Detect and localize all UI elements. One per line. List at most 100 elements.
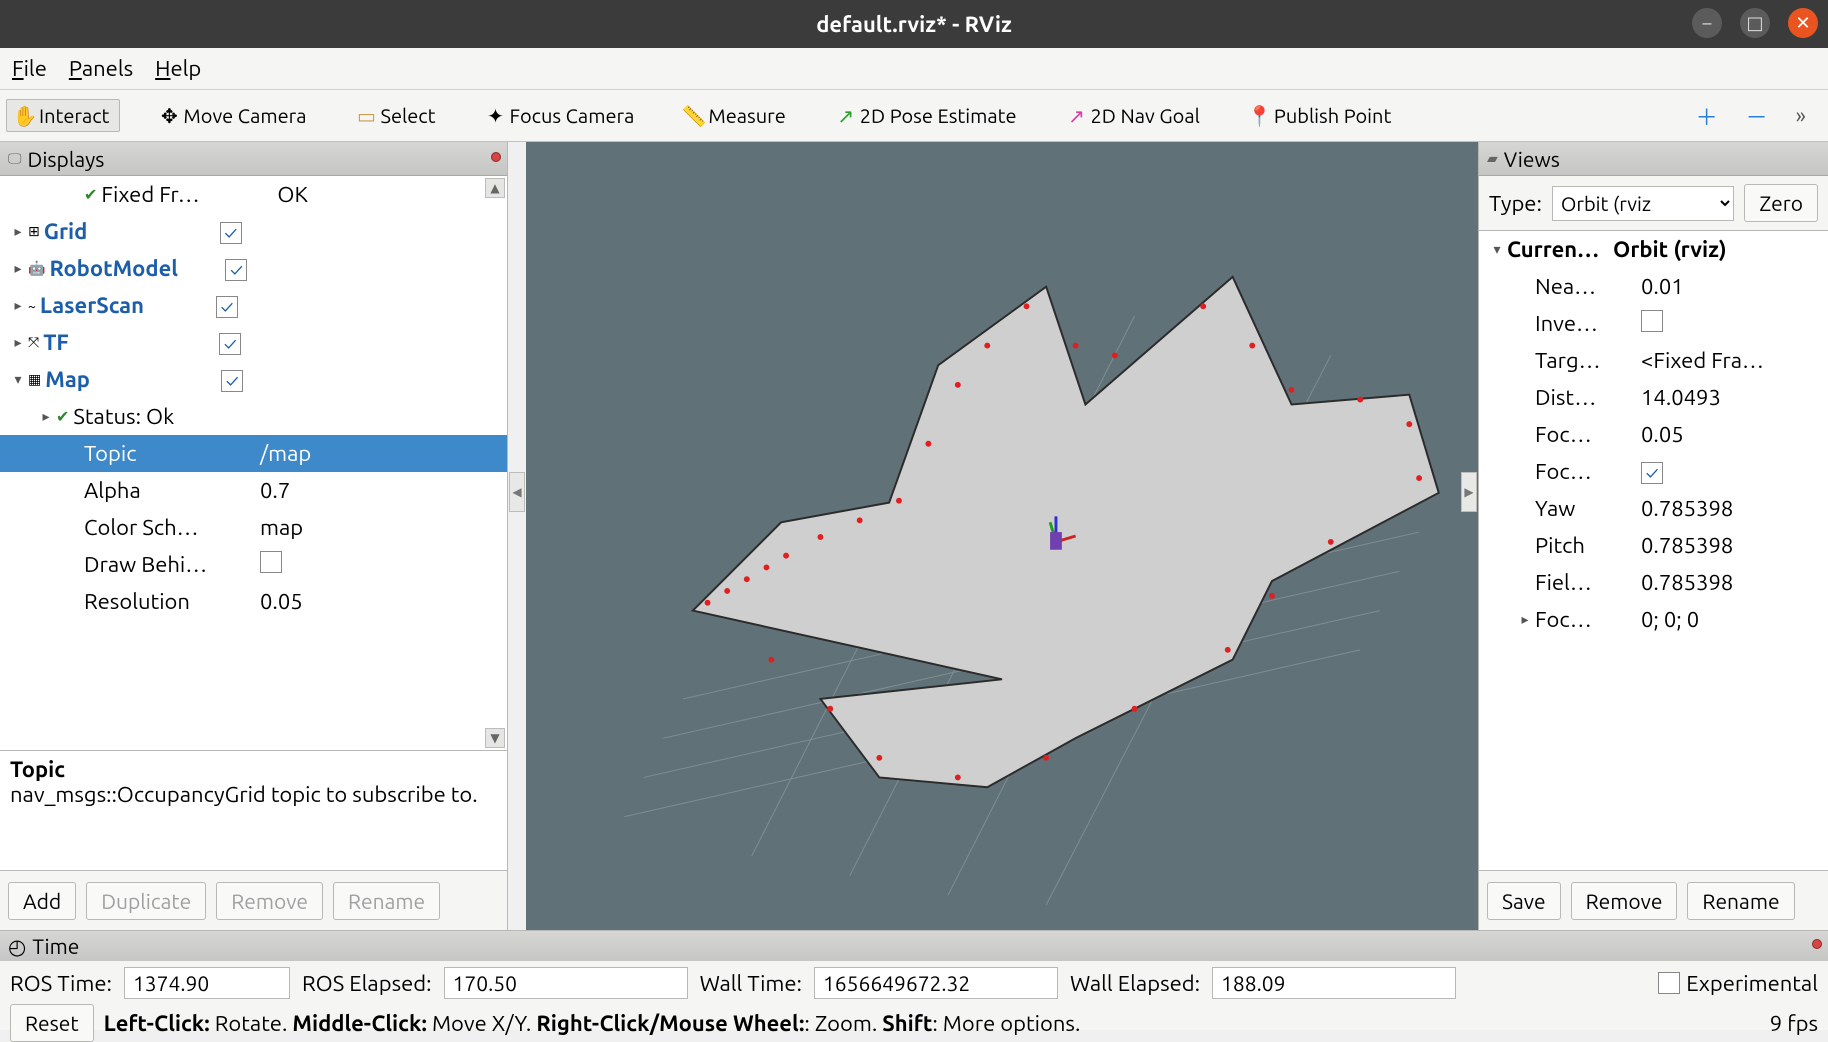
checkbox[interactable] <box>1641 310 1663 332</box>
menu-panels[interactable]: Panels <box>69 56 133 81</box>
views-header[interactable]: ▰ Views <box>1479 142 1828 176</box>
robot-icon: 🤖 <box>28 260 45 277</box>
tree-row[interactable]: ▸⤧TF✓ <box>0 324 507 361</box>
move-icon: ✥ <box>161 108 177 124</box>
chevron-icon[interactable]: ▾ <box>8 371 28 388</box>
checkbox[interactable]: ✓ <box>219 333 241 355</box>
tool-focus-camera[interactable]: ✦Focus Camera <box>476 99 645 132</box>
time-close-icon[interactable] <box>1812 939 1822 949</box>
wall-elapsed-input[interactable] <box>1212 967 1456 999</box>
views-remove-button[interactable]: Remove <box>1571 882 1678 920</box>
panel-close-icon[interactable] <box>491 152 501 162</box>
chevron-icon[interactable]: ▸ <box>8 260 28 277</box>
menu-file[interactable]: File <box>12 56 47 81</box>
time-header[interactable]: ◴ Time <box>0 931 1828 961</box>
tool-move-camera[interactable]: ✥ Move Camera <box>150 99 317 132</box>
experimental-checkbox[interactable] <box>1658 972 1680 994</box>
tree-row[interactable]: ▸⊞Grid ✓ <box>0 213 507 250</box>
scroll-up-icon[interactable]: ▲ <box>485 178 505 198</box>
displays-header[interactable]: 🖵 Displays <box>0 142 507 176</box>
tool-move-label: Move Camera <box>183 104 306 127</box>
left-grip-icon[interactable]: ◀ <box>509 472 525 512</box>
tool-select[interactable]: ▭Select <box>348 99 447 132</box>
checkbox[interactable]: ✓ <box>220 222 242 244</box>
chevron-icon[interactable]: ▸ <box>8 297 28 314</box>
tree-row[interactable]: Topic/map <box>0 435 507 472</box>
zero-button[interactable]: Zero <box>1744 184 1818 222</box>
row-label: Alpha <box>84 478 254 503</box>
close-icon[interactable]: ✕ <box>1788 8 1818 38</box>
save-button[interactable]: Save <box>1487 882 1561 920</box>
right-grip-icon[interactable]: ▶ <box>1461 472 1477 512</box>
tool-interact[interactable]: ✋Interact <box>6 99 120 132</box>
rename-button[interactable]: Rename <box>333 882 440 920</box>
row-label: Draw Behi… <box>84 552 254 577</box>
maximize-icon[interactable]: □ <box>1740 8 1770 38</box>
tree-row[interactable]: Nea…0.01 <box>1479 268 1828 305</box>
tree-row[interactable]: Inve… <box>1479 305 1828 342</box>
row-value: 0.785398 <box>1635 570 1828 595</box>
row-label: Pitch <box>1535 533 1635 558</box>
check-ok-icon: ✔ <box>84 185 97 204</box>
views-rename-button[interactable]: Rename <box>1687 882 1794 920</box>
tree-row[interactable]: ▸✔Status: Ok <box>0 398 507 435</box>
tree-row[interactable]: Resolution0.05 <box>0 583 507 620</box>
checkbox[interactable]: ✓ <box>225 259 247 281</box>
checkbox[interactable]: ✓ <box>1641 462 1663 484</box>
scroll-down-icon[interactable]: ▼ <box>485 728 505 748</box>
tree-row[interactable]: Yaw0.785398 <box>1479 490 1828 527</box>
row-label: Fixed Fr… <box>101 182 271 207</box>
row-label: Foc… <box>1535 422 1635 447</box>
row-label: Grid <box>44 219 214 244</box>
3d-viewport[interactable] <box>526 142 1478 930</box>
remove-button[interactable]: Remove <box>216 882 323 920</box>
tree-row[interactable]: ▾Curren…Orbit (rviz) <box>1479 231 1828 268</box>
chevron-icon[interactable]: ▸ <box>36 408 56 425</box>
tree-row[interactable]: Dist…14.0493 <box>1479 379 1828 416</box>
menu-help[interactable]: Help <box>155 56 201 81</box>
tree-row[interactable]: Color Sch…map <box>0 509 507 546</box>
tree-row[interactable]: Pitch0.785398 <box>1479 527 1828 564</box>
chevron-icon[interactable]: ▾ <box>1487 241 1507 258</box>
chevron-icon[interactable]: ▸ <box>1515 611 1535 628</box>
duplicate-button[interactable]: Duplicate <box>86 882 206 920</box>
displays-tree[interactable]: ▲ ▼ ✔Fixed Fr…OK▸⊞Grid✓▸🤖RobotModel✓▸~La… <box>0 176 507 750</box>
toolbar-overflow-icon[interactable]: » <box>1790 103 1812 128</box>
row-value: ✓ <box>214 219 507 244</box>
tool-2d-pose-estimate[interactable]: ↗2D Pose Estimate <box>827 99 1028 132</box>
tool-publish-point[interactable]: 📍Publish Point <box>1241 99 1402 132</box>
tree-row[interactable]: Foc…0.05 <box>1479 416 1828 453</box>
toolbar: ✋Interact ✥ Move Camera ▭Select ✦Focus Ca… <box>0 90 1828 142</box>
tree-row[interactable]: ▾▦Map✓ <box>0 361 507 398</box>
reset-button[interactable]: Reset <box>10 1004 94 1042</box>
tree-row[interactable]: Draw Behi… <box>0 546 507 583</box>
tree-row[interactable]: ▸~LaserScan✓ <box>0 287 507 324</box>
checkbox[interactable]: ✓ <box>216 296 238 318</box>
add-button[interactable]: Add <box>8 882 76 920</box>
row-value: ✓ <box>210 293 507 318</box>
minimize-icon[interactable]: – <box>1692 8 1722 38</box>
tool-2d-nav-goal[interactable]: ↗2D Nav Goal <box>1058 99 1211 132</box>
grid-icon: ⊞ <box>28 223 40 240</box>
tree-row[interactable]: ▸Foc…0; 0; 0 <box>1479 601 1828 638</box>
ros-elapsed-input[interactable] <box>444 967 688 999</box>
tree-row[interactable]: ✔Fixed Fr…OK <box>0 176 507 213</box>
tree-row[interactable]: ▸🤖RobotModel✓ <box>0 250 507 287</box>
row-value: <Fixed Fra… <box>1635 348 1828 373</box>
toolbar-remove-icon[interactable]: － <box>1740 100 1774 132</box>
tree-row[interactable]: Fiel…0.785398 <box>1479 564 1828 601</box>
tool-measure[interactable]: 📏Measure <box>675 99 796 132</box>
laser-icon: ~ <box>28 298 36 314</box>
views-tree[interactable]: ▾Curren…Orbit (rviz)Nea…0.01Inve…Targ…<F… <box>1479 230 1828 870</box>
checkbox[interactable] <box>260 551 282 573</box>
checkbox[interactable]: ✓ <box>221 370 243 392</box>
ros-time-input[interactable] <box>124 967 290 999</box>
chevron-icon[interactable]: ▸ <box>8 334 28 351</box>
wall-time-input[interactable] <box>814 967 1058 999</box>
tree-row[interactable]: Foc…✓ <box>1479 453 1828 490</box>
toolbar-add-icon[interactable]: ＋ <box>1690 100 1724 132</box>
view-type-select[interactable]: Orbit (rviz <box>1552 186 1734 221</box>
tree-row[interactable]: Alpha0.7 <box>0 472 507 509</box>
tree-row[interactable]: Targ…<Fixed Fra… <box>1479 342 1828 379</box>
chevron-icon[interactable]: ▸ <box>8 223 28 240</box>
